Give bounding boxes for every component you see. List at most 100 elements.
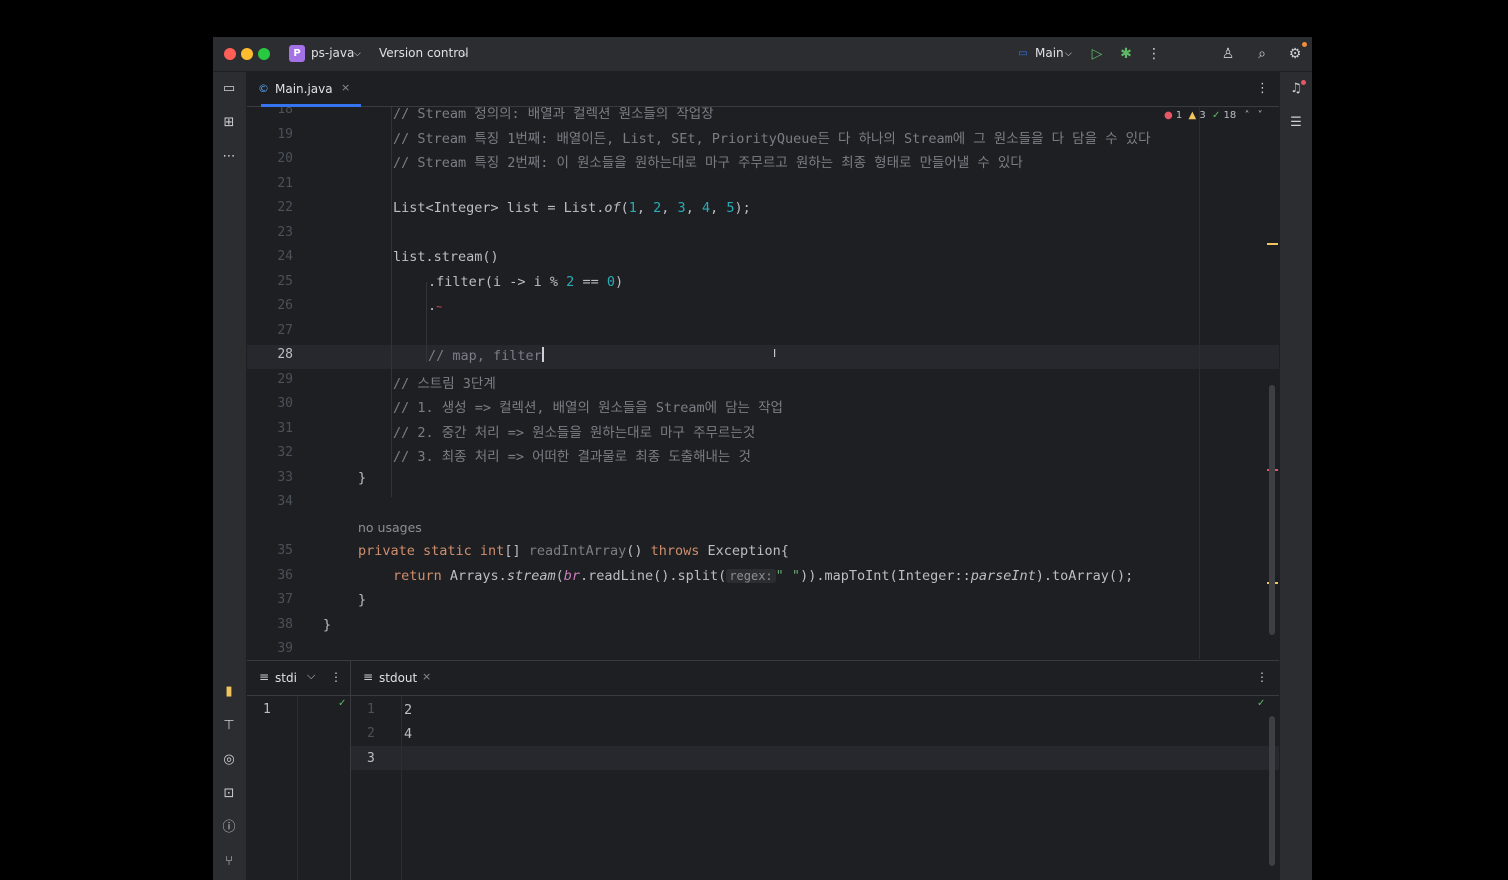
more-vertical-icon[interactable]: ⋮ (1144, 44, 1164, 64)
chevron-down-icon[interactable]: ⌵ (461, 49, 468, 59)
line-number: 21 (277, 176, 293, 191)
add-user-icon[interactable]: ♙ (1218, 44, 1238, 64)
version-control-menu[interactable]: Version control (379, 46, 469, 60)
usages-hint[interactable]: no usages (358, 520, 422, 535)
close-tab-icon[interactable]: × (422, 670, 431, 683)
indent-guide (391, 107, 392, 497)
line-number: 18 (277, 107, 293, 117)
code-line-37: } (358, 592, 367, 608)
output-tab-bar: ≡ stdi ⌵ ⋮ ≡ stdout × ⋮ (247, 661, 1279, 880)
code-line-29: // 스트림 3단계 (393, 376, 496, 392)
stdout-line-number: 3 (367, 751, 375, 766)
code-line-36: return Arrays.stream(br.readLine().split… (393, 568, 1133, 584)
project-name[interactable]: ps-java (311, 46, 354, 60)
terminal-icon[interactable]: ⊡ (219, 784, 239, 804)
line-number: 29 (277, 372, 293, 387)
code-token: ( (555, 568, 564, 584)
tab-stdout[interactable]: stdout (379, 671, 417, 685)
code-token: )).mapToInt(Integer:: (800, 568, 971, 584)
more-vertical-icon[interactable]: ⋮ (1256, 670, 1268, 684)
line-number: 39 (277, 641, 293, 656)
warning-icon: ▲ (1188, 110, 1197, 121)
code-token: Arrays. (441, 568, 507, 584)
run-icon[interactable]: ▷ (1087, 44, 1107, 64)
line-number: 22 (277, 200, 293, 215)
check-icon: ✓ (1257, 698, 1266, 709)
code-token: br (563, 568, 580, 584)
git-icon[interactable]: ⑂ (219, 852, 239, 872)
line-number: 31 (277, 421, 293, 436)
code-token: " " (775, 568, 801, 584)
stdout-line-number: 2 (367, 726, 375, 741)
debug-icon[interactable]: ✱ (1116, 44, 1136, 64)
code-token: , (685, 200, 702, 216)
list-icon: ≡ (259, 670, 270, 684)
chevron-down-icon[interactable]: ⌵ (1065, 49, 1072, 59)
code-token: , (710, 200, 727, 216)
error-icon: ● (1164, 110, 1173, 121)
stdin-gutter-divider (297, 696, 298, 880)
run-tool-icon[interactable]: ◎ (219, 750, 239, 770)
code-editor[interactable]: 18 19 20 21 22 23 24 25 26 27 28 29 30 3… (247, 107, 1279, 659)
code-token: List<Integer> list = List. (393, 200, 605, 216)
search-icon[interactable]: ⌕ (1252, 44, 1272, 64)
parameter-hint: regex: (726, 569, 776, 583)
title-bar: P ps-java ⌵ Version control ⌵ ▭ Main ⌵ ▷… (213, 37, 1312, 72)
warning-marker[interactable] (1267, 243, 1278, 245)
chevron-down-icon[interactable]: ⌵ (307, 669, 315, 683)
current-line-highlight (247, 345, 1279, 369)
problems-icon[interactable]: ⓘ (219, 818, 239, 838)
code-token: 4 (701, 200, 711, 216)
chevron-down-icon[interactable]: ˅ (1258, 110, 1263, 121)
output-panel: ≡ stdi ⌵ ⋮ ≡ stdout × ⋮ 1 ✓ 1 2 3 2 4 ✓ (247, 660, 1279, 880)
more-vertical-icon[interactable]: ⋮ (330, 670, 342, 684)
project-badge[interactable]: P (289, 45, 305, 62)
structure-icon[interactable]: ⊞ (219, 113, 239, 133)
tab-stdin[interactable]: stdi (275, 671, 297, 685)
close-tab-icon[interactable]: × (341, 81, 350, 94)
inspection-widget[interactable]: ● 1 ▲ 3 ✓ 18 ˄ ˅ (1164, 110, 1263, 121)
stdin-area[interactable]: 1 ✓ (247, 696, 350, 880)
code-token: Exception{ (699, 543, 789, 559)
maximize-window-button[interactable] (258, 48, 270, 60)
warning-count: 3 (1199, 110, 1206, 121)
code-line-22: List<Integer> list = List.of(1, 2, 3, 4,… (393, 200, 751, 216)
settings-icon[interactable]: ⚙ (1285, 44, 1305, 64)
plugin-icon[interactable]: ▮ (219, 682, 239, 702)
build-icon[interactable]: ⊤ (219, 716, 239, 736)
line-number: 34 (277, 494, 293, 509)
indent-guide (1199, 107, 1200, 659)
code-line-38: } (323, 617, 332, 633)
mouse-ibeam-icon: I (773, 347, 777, 360)
editor-tab-bar: © Main.java × ⋮ (247, 72, 1279, 107)
list-icon: ≡ (363, 670, 374, 684)
more-vertical-icon[interactable]: ⋮ (1256, 81, 1269, 96)
stdout-area[interactable]: 1 2 3 2 4 ✓ (351, 696, 1279, 880)
code-token: // map, filter (428, 348, 542, 364)
database-icon[interactable]: ☰ (1286, 113, 1306, 133)
code-line-30: // 1. 생성 => 컬렉션, 배열의 원소들을 Stream에 담는 작업 (393, 400, 783, 416)
line-number: 23 (277, 225, 293, 240)
code-token: , (636, 200, 654, 216)
stdin-line-number: 1 (263, 702, 271, 717)
output-scrollbar[interactable] (1269, 716, 1275, 866)
close-window-button[interactable] (224, 48, 236, 60)
ide-window: P ps-java ⌵ Version control ⌵ ▭ Main ⌵ ▷… (213, 37, 1312, 880)
minimize-window-button[interactable] (241, 48, 253, 60)
code-token: readIntArray (528, 543, 627, 559)
editor-scrollbar[interactable] (1269, 385, 1275, 635)
chevron-down-icon[interactable]: ⌵ (354, 49, 361, 59)
tab-main-java[interactable]: © Main.java × (257, 72, 361, 107)
code-line-33: } (358, 470, 367, 486)
line-number: 25 (277, 274, 293, 289)
run-config-selector[interactable]: Main (1035, 46, 1064, 60)
code-line-35: private static int[] readIntArray() thro… (358, 543, 789, 559)
code-token: private static int (358, 543, 505, 559)
line-number: 24 (277, 249, 293, 264)
more-horizontal-icon[interactable]: ⋯ (219, 147, 239, 167)
folder-icon[interactable]: ▭ (219, 79, 239, 99)
code-token: ); (734, 200, 751, 216)
chevron-up-icon[interactable]: ˄ (1244, 110, 1249, 121)
indent-guide (426, 282, 427, 362)
code-line-24: list.stream() (393, 249, 499, 265)
